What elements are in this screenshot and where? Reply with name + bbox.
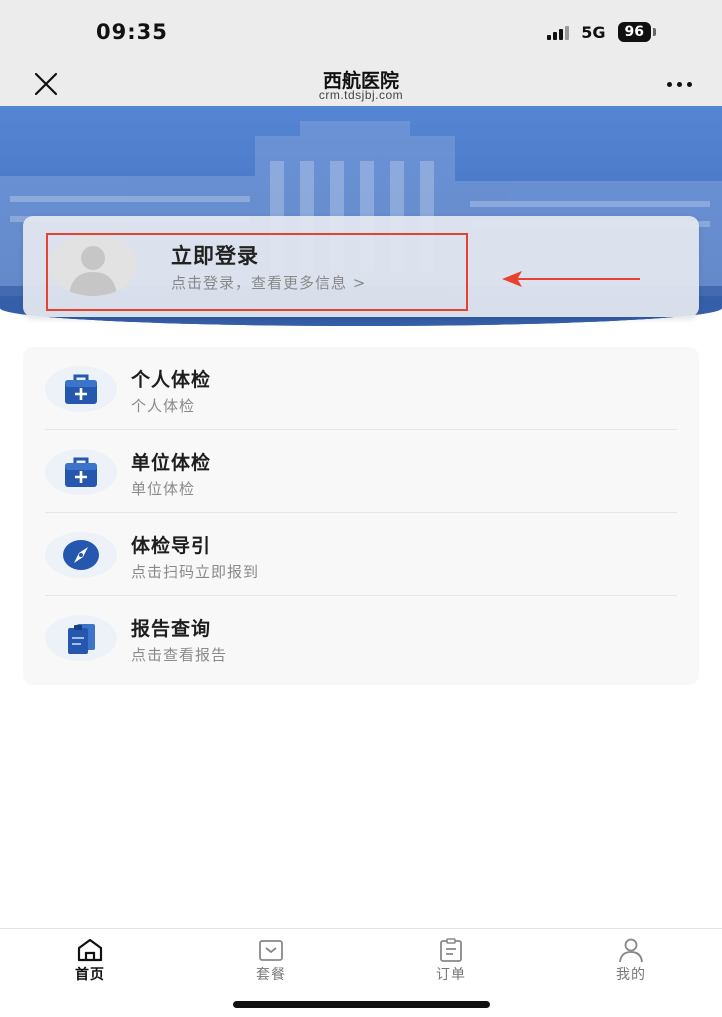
tab-label: 订单 [436,967,466,983]
menu-item-subtitle: 点击扫码立即报到 [131,563,260,581]
avatar[interactable] [49,234,137,296]
menu-item-title: 报告查询 [131,618,212,640]
network-type: 5G [581,22,606,42]
menu-item-company-checkup[interactable]: 单位体检 单位体检 [23,430,699,513]
menu-item-title: 单位体检 [131,452,212,474]
order-clipboard-icon [440,938,462,962]
service-menu: 个人体检 个人体检 单位体检 单位体检 体检导引 点击扫码立即报到 报告查询 点… [23,347,699,685]
tab-home[interactable]: 首页 [45,937,135,984]
menu-item-personal-checkup[interactable]: 个人体检 个人体检 [23,347,699,430]
menu-item-subtitle: 点击查看报告 [131,646,228,664]
tab-label: 我的 [616,967,646,983]
tab-mine[interactable]: 我的 [586,937,676,984]
more-dots-icon[interactable] [667,74,692,94]
tab-label: 套餐 [256,967,286,983]
package-icon [259,940,283,961]
report-icon [45,615,117,661]
signal-icon [547,24,570,40]
tab-orders[interactable]: 订单 [406,937,496,984]
menu-item-title: 体检导引 [131,535,212,557]
login-title[interactable]: 立即登录 [171,240,259,270]
home-icon [77,938,103,962]
status-time: 09:35 [96,20,168,44]
tab-label: 首页 [75,967,105,983]
battery-tip [653,28,656,36]
user-icon [619,938,643,963]
nav-bar: 西航医院 crm.tdsjbj.com [0,62,722,106]
status-indicators: 5G 96 [547,22,656,42]
medical-kit-icon [45,366,117,412]
login-subtitle[interactable]: 点击登录，查看更多信息 > [171,272,366,293]
page-domain: crm.tdsjbj.com [318,88,404,102]
login-card[interactable]: 立即登录 点击登录，查看更多信息 > [23,216,699,317]
menu-item-subtitle: 个人体检 [131,397,196,415]
home-indicator[interactable] [233,1001,490,1008]
menu-item-report-query[interactable]: 报告查询 点击查看报告 [23,596,699,679]
medical-kit-icon [45,449,117,495]
tab-package[interactable]: 套餐 [226,937,316,984]
status-bar: 09:35 5G 96 [0,0,722,62]
menu-item-checkup-guide[interactable]: 体检导引 点击扫码立即报到 [23,513,699,596]
compass-icon [45,532,117,578]
default-avatar-icon [49,234,137,296]
menu-item-subtitle: 单位体检 [131,480,196,498]
menu-item-title: 个人体检 [131,369,212,391]
battery-icon: 96 [617,22,651,42]
